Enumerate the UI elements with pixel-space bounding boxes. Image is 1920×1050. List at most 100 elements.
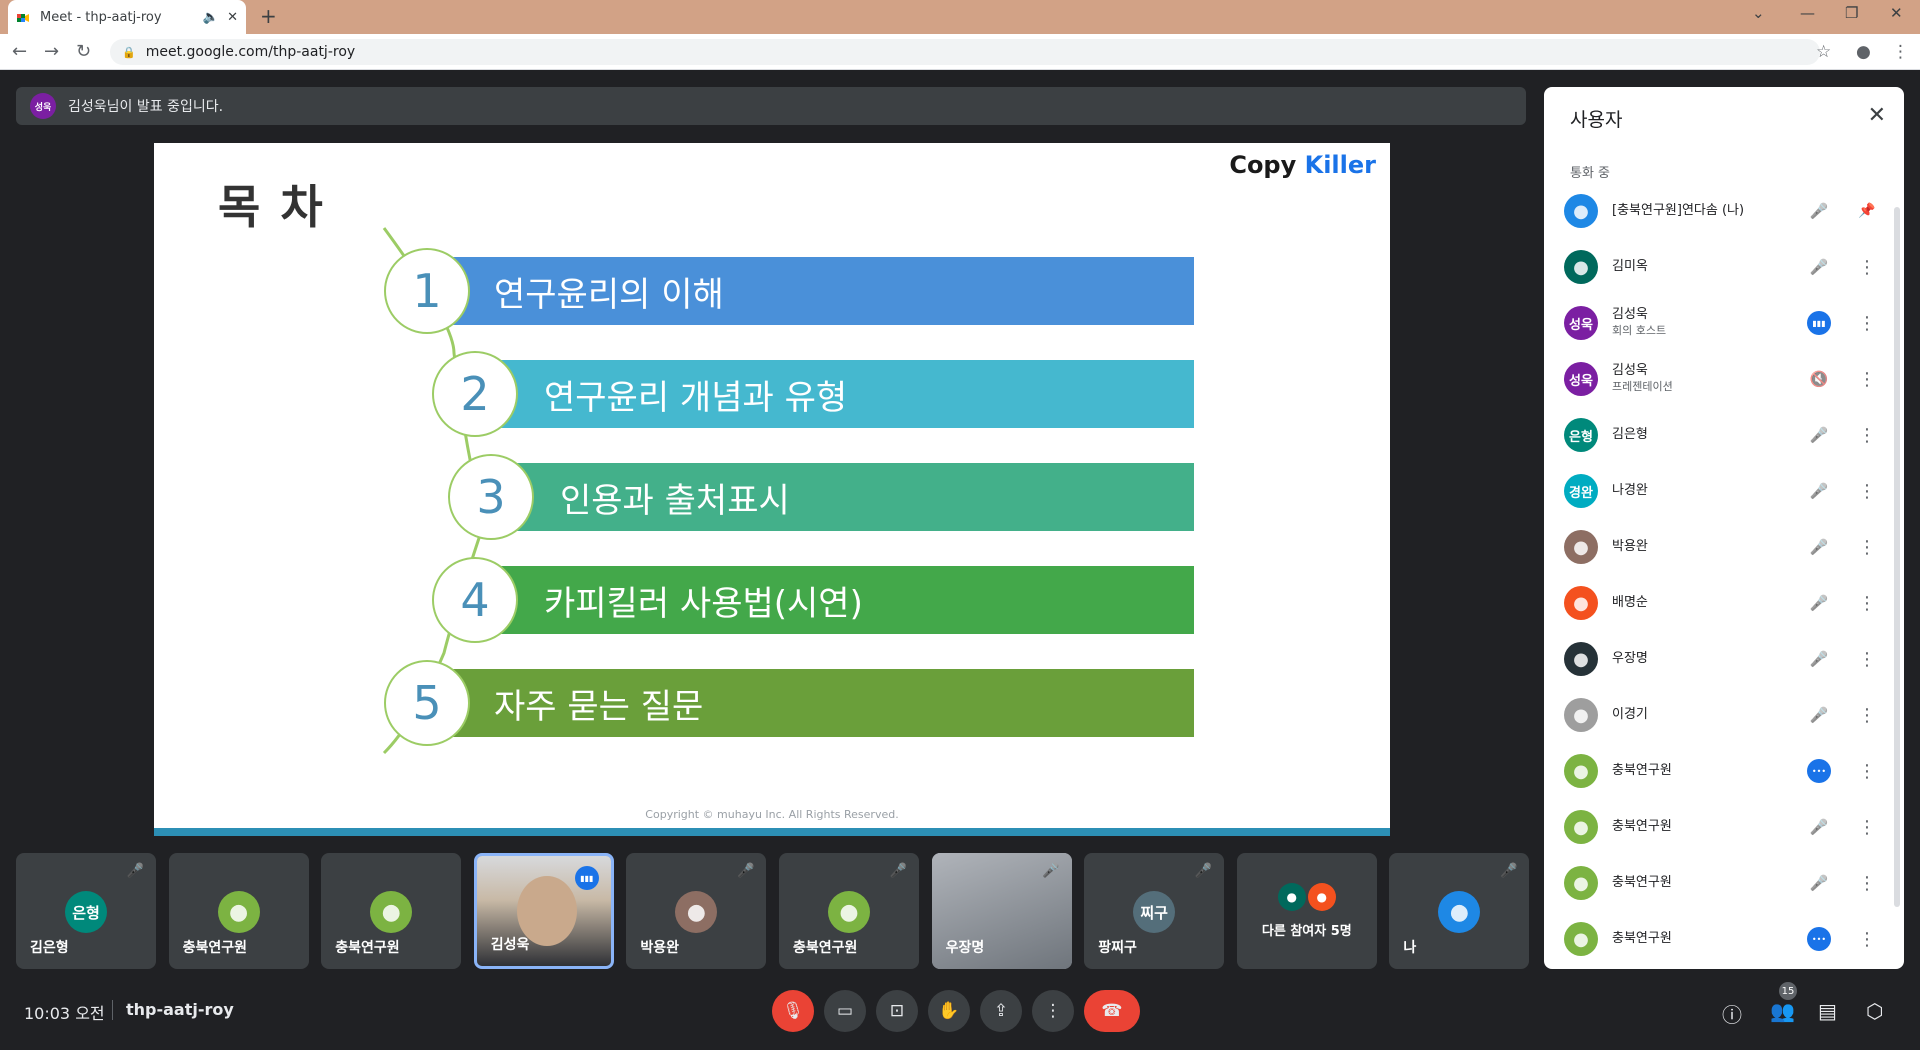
participant-row[interactable]: 성욱 김성욱 회의 호스트 ▮▮▮ ⋮ bbox=[1544, 295, 1892, 351]
meeting-controls: 10:03 오전 thp-aatj-roy 🎙 ▭ ⊡ ✋ ⇪ ⋮ ☎ ⓘ 👥 … bbox=[0, 980, 1920, 1050]
participant-row[interactable]: ● 우장명 🎤 ⋮ bbox=[1544, 631, 1892, 687]
profile-icon[interactable]: ● bbox=[1856, 42, 1871, 62]
audio-off-icon[interactable]: 🔇 bbox=[1804, 370, 1834, 388]
more-options-icon[interactable]: ⋮ bbox=[1852, 257, 1882, 278]
pin-icon[interactable]: 📌 bbox=[1852, 203, 1882, 219]
participant-avatar: 은형 bbox=[1564, 418, 1598, 452]
more-options-icon[interactable]: ⋮ bbox=[1852, 649, 1882, 670]
mic-off-icon[interactable]: 🎤 bbox=[1804, 426, 1834, 444]
tile-name: 박용완 bbox=[640, 940, 680, 956]
participant-tile[interactable]: 찌구 팡찌구 🎤 bbox=[1084, 853, 1225, 969]
mic-off-icon[interactable]: 🎤 bbox=[1804, 202, 1834, 220]
restore-icon[interactable]: ❐ bbox=[1845, 4, 1858, 22]
close-window-icon[interactable]: ✕ bbox=[1890, 4, 1903, 22]
speaking-indicator-icon[interactable]: ▮▮▮ bbox=[1804, 311, 1834, 335]
mic-off-icon: 🎤 bbox=[889, 863, 907, 879]
more-options-icon[interactable]: ⋮ bbox=[1852, 313, 1882, 334]
activities-icon[interactable]: ⬡ bbox=[1866, 999, 1883, 1023]
more-options-icon[interactable]: ⋮ bbox=[1852, 761, 1882, 782]
raise-hand-button[interactable]: ✋ bbox=[928, 990, 970, 1032]
chat-icon[interactable]: ▤ bbox=[1818, 999, 1837, 1023]
bookmark-star-icon[interactable]: ☆ bbox=[1816, 42, 1831, 62]
camera-button[interactable]: ▭ bbox=[824, 990, 866, 1032]
participant-row[interactable]: 경완 나경완 🎤 ⋮ bbox=[1544, 463, 1892, 519]
more-options-icon[interactable]: ⋮ bbox=[1852, 817, 1882, 838]
participant-row[interactable]: ● 충북연구원 ••• ⋮ bbox=[1544, 911, 1892, 967]
mic-off-icon: 🎤 bbox=[1042, 863, 1060, 879]
participants-panel: 사용자 ✕ 통화 중 ● [충북연구원]연다솜 (나) 🎤 📌 ● 김미옥 🎤 ⋮ 성욱 김성욱 회… bbox=[1544, 87, 1904, 969]
participant-tile[interactable]: ● ● 다른 참여자 5명 bbox=[1236, 853, 1377, 969]
participant-row[interactable]: ● 충북연구원 ••• ⋮ bbox=[1544, 743, 1892, 799]
address-bar[interactable]: 🔒 meet.google.com/thp-aatj-roy bbox=[110, 39, 1820, 65]
mic-off-icon[interactable]: 🎤 bbox=[1804, 482, 1834, 500]
panel-scrollbar[interactable] bbox=[1894, 207, 1900, 907]
participant-tile[interactable]: ● 충북연구원 bbox=[168, 853, 309, 969]
microphone-button[interactable]: 🎙 bbox=[772, 990, 814, 1032]
minimize-icon[interactable]: — bbox=[1800, 4, 1815, 22]
toc-item-bar: 연구윤리 개념과 유형 bbox=[484, 360, 1194, 428]
more-options-icon[interactable]: ⋮ bbox=[1852, 537, 1882, 558]
present-button[interactable]: ⇪ bbox=[980, 990, 1022, 1032]
mic-off-icon[interactable]: 🎤 bbox=[1804, 594, 1834, 612]
speaker-icon[interactable]: 🔈 bbox=[203, 10, 219, 25]
mic-off-icon[interactable]: 🎤 bbox=[1804, 538, 1834, 556]
talking-dots-icon[interactable]: ••• bbox=[1804, 759, 1834, 783]
participant-tile[interactable]: ● 충북연구원 bbox=[321, 853, 462, 969]
participant-row[interactable]: ● 김미옥 🎤 ⋮ bbox=[1544, 239, 1892, 295]
mic-off-icon[interactable]: 🎤 bbox=[1804, 818, 1834, 836]
participant-tile[interactable]: ● 나 🎤 bbox=[1389, 853, 1530, 969]
participant-tile[interactable]: 우장명 🎤 bbox=[931, 853, 1072, 969]
toc-item-number: 4 bbox=[432, 557, 518, 643]
browser-titlebar: Meet - thp-aatj-roy 🔈 ✕ + ⌄ — ❐ ✕ bbox=[0, 0, 1920, 34]
profile-menu-icon[interactable]: ⌄ bbox=[1752, 4, 1765, 22]
participant-avatar: ● bbox=[1564, 194, 1598, 228]
mic-off-icon[interactable]: 🎤 bbox=[1804, 650, 1834, 668]
participant-avatar: 성욱 bbox=[1564, 362, 1598, 396]
tile-name: 김은형 bbox=[30, 940, 69, 956]
participant-tile[interactable]: 은형 김은형 🎤 bbox=[16, 853, 156, 969]
more-options-icon[interactable]: ⋮ bbox=[1852, 369, 1882, 390]
new-tab-button[interactable]: + bbox=[260, 4, 277, 28]
participant-tile[interactable]: ● 박용완 🎤 bbox=[626, 853, 767, 969]
participant-row[interactable]: 은형 김은형 🎤 ⋮ bbox=[1544, 407, 1892, 463]
participant-tile[interactable]: ● 충북연구원 🎤 bbox=[779, 853, 919, 969]
participant-avatar: 성욱 bbox=[1564, 306, 1598, 340]
participant-tile[interactable]: 김성욱 ▮▮▮ bbox=[473, 853, 614, 969]
participant-avatar: ● bbox=[1564, 642, 1598, 676]
toc-item-bar: 자주 묻는 질문 bbox=[434, 669, 1194, 737]
participant-row[interactable]: 성욱 김성욱 프레젠테이션 🔇 ⋮ bbox=[1544, 351, 1892, 407]
captions-button[interactable]: ⊡ bbox=[876, 990, 918, 1032]
tile-avatar: ● bbox=[217, 891, 260, 933]
browser-tab[interactable]: Meet - thp-aatj-roy 🔈 ✕ bbox=[8, 0, 246, 34]
more-options-icon[interactable]: ⋮ bbox=[1852, 593, 1882, 614]
slide-copyright: Copyright © muhayu Inc. All Rights Reser… bbox=[645, 808, 899, 821]
reload-icon[interactable]: ↻ bbox=[76, 41, 91, 62]
leave-call-button[interactable]: ☎ bbox=[1084, 990, 1140, 1032]
mic-off-icon[interactable]: 🎤 bbox=[1804, 874, 1834, 892]
more-options-icon[interactable]: ⋮ bbox=[1852, 425, 1882, 446]
talking-dots-icon[interactable]: ••• bbox=[1804, 927, 1834, 951]
participant-row[interactable]: ● 충북연구원 🎤 ⋮ bbox=[1544, 799, 1892, 855]
tab-close-icon[interactable]: ✕ bbox=[227, 10, 238, 25]
more-options-button[interactable]: ⋮ bbox=[1032, 990, 1074, 1032]
more-options-icon[interactable]: ⋮ bbox=[1852, 873, 1882, 894]
mic-off-icon: 🎤 bbox=[126, 863, 144, 879]
toc-item-number: 5 bbox=[384, 660, 470, 746]
participant-row[interactable]: ● 충북연구원 🎤 ⋮ bbox=[1544, 855, 1892, 911]
participant-name: 충북연구원 bbox=[1612, 874, 1672, 890]
mic-off-icon[interactable]: 🎤 bbox=[1804, 258, 1834, 276]
participant-row[interactable]: ● [충북연구원]연다솜 (나) 🎤 📌 bbox=[1544, 183, 1892, 239]
people-icon[interactable]: 👥 bbox=[1770, 999, 1795, 1023]
participant-row[interactable]: ● 배명순 🎤 ⋮ bbox=[1544, 575, 1892, 631]
browser-menu-icon[interactable]: ⋮ bbox=[1892, 42, 1909, 62]
participant-row[interactable]: ● 이경기 🎤 ⋮ bbox=[1544, 687, 1892, 743]
close-panel-icon[interactable]: ✕ bbox=[1868, 103, 1886, 128]
more-options-icon[interactable]: ⋮ bbox=[1852, 929, 1882, 950]
participant-row[interactable]: ● 박용완 🎤 ⋮ bbox=[1544, 519, 1892, 575]
back-icon[interactable]: ← bbox=[12, 41, 27, 62]
meeting-info-icon[interactable]: ⓘ bbox=[1722, 999, 1742, 1028]
forward-icon[interactable]: → bbox=[44, 41, 59, 62]
mic-off-icon[interactable]: 🎤 bbox=[1804, 706, 1834, 724]
more-options-icon[interactable]: ⋮ bbox=[1852, 481, 1882, 502]
more-options-icon[interactable]: ⋮ bbox=[1852, 705, 1882, 726]
